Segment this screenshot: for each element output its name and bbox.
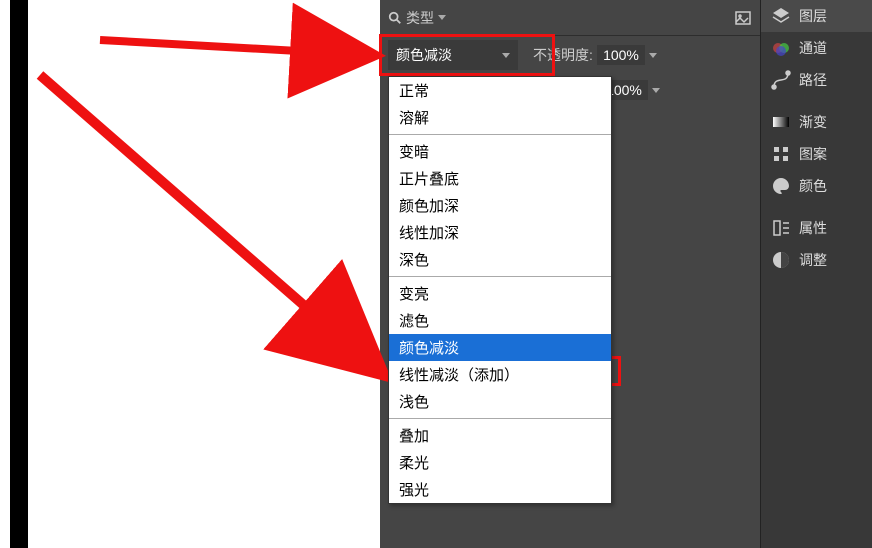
tab-label: 渐变 bbox=[799, 112, 827, 132]
tab-label: 颜色 bbox=[799, 176, 827, 196]
tab-label: 图案 bbox=[799, 144, 827, 164]
filter-type-label: 类型 bbox=[406, 8, 434, 28]
blend-item-selected[interactable]: 颜色减淡 bbox=[389, 334, 611, 361]
blend-item[interactable]: 浅色 bbox=[389, 388, 611, 415]
palette-icon bbox=[771, 176, 791, 196]
tab-label: 图层 bbox=[799, 6, 827, 26]
blend-item[interactable]: 正片叠底 bbox=[389, 165, 611, 192]
tab-label: 属性 bbox=[799, 218, 827, 238]
filter-image-icon[interactable] bbox=[734, 9, 752, 27]
menu-separator bbox=[389, 418, 611, 419]
blend-item[interactable]: 叠加 bbox=[389, 422, 611, 449]
tab-swatches[interactable]: 颜色 bbox=[761, 170, 872, 202]
blend-item[interactable]: 变暗 bbox=[389, 138, 611, 165]
chevron-down-icon bbox=[652, 88, 660, 93]
layers-icon bbox=[771, 6, 791, 26]
patterns-icon bbox=[771, 144, 791, 164]
tab-adjustments[interactable]: 调整 bbox=[761, 244, 872, 276]
annotation-box bbox=[379, 34, 555, 76]
blend-item[interactable]: 线性减淡（添加） bbox=[389, 361, 611, 388]
chevron-down-icon bbox=[438, 15, 446, 20]
search-icon bbox=[388, 11, 402, 25]
blend-item[interactable]: 滤色 bbox=[389, 307, 611, 334]
blend-item[interactable]: 溶解 bbox=[389, 104, 611, 131]
blend-item[interactable]: 强光 bbox=[389, 476, 611, 503]
chevron-down-icon bbox=[649, 53, 657, 58]
blend-item[interactable]: 柔光 bbox=[389, 449, 611, 476]
tab-layers[interactable]: 图层 bbox=[761, 0, 872, 32]
tab-channels[interactable]: 通道 bbox=[761, 32, 872, 64]
blend-item[interactable]: 变亮 bbox=[389, 280, 611, 307]
blend-item[interactable]: 颜色加深 bbox=[389, 192, 611, 219]
canvas-blackbar bbox=[10, 0, 28, 548]
tab-properties[interactable]: 属性 bbox=[761, 212, 872, 244]
channels-icon bbox=[771, 38, 791, 58]
adjustments-icon bbox=[771, 250, 791, 270]
blend-item[interactable]: 线性加深 bbox=[389, 219, 611, 246]
tab-label: 通道 bbox=[799, 38, 827, 58]
opacity-value[interactable]: 100% bbox=[597, 45, 645, 65]
tab-label: 调整 bbox=[799, 250, 827, 270]
blend-mode-menu[interactable]: 正常 溶解 变暗 正片叠底 颜色加深 线性加深 深色 变亮 滤色 颜色减淡 线性… bbox=[388, 76, 612, 504]
blend-item[interactable]: 深色 bbox=[389, 246, 611, 273]
blend-item[interactable]: 正常 bbox=[389, 77, 611, 104]
gradient-icon bbox=[771, 112, 791, 132]
menu-separator bbox=[389, 134, 611, 135]
menu-separator bbox=[389, 276, 611, 277]
filter-type[interactable]: 类型 bbox=[388, 8, 446, 28]
tab-patterns[interactable]: 图案 bbox=[761, 138, 872, 170]
tab-gradient[interactable]: 渐变 bbox=[761, 106, 872, 138]
properties-icon bbox=[771, 218, 791, 238]
